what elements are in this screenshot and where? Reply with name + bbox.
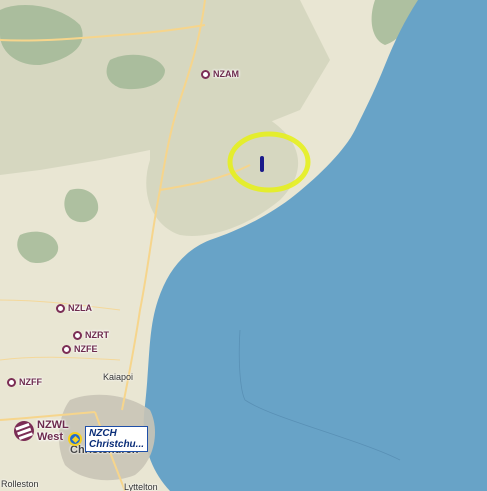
airport-code-nzfe: NZFE [74, 344, 98, 354]
airfield-name-nzwl: West [37, 431, 64, 443]
airport-nzff[interactable]: NZFF [7, 377, 42, 387]
airfield-name-nzch: Christchu... [89, 439, 145, 450]
airport-code-nzla: NZLA [68, 303, 92, 313]
airfield-code-nzch: NZCH [89, 428, 117, 439]
airport-nzam[interactable]: NZAM [201, 69, 239, 79]
airfield-code-nzwl: NZWL [37, 419, 69, 431]
town-rolleston: Rolleston [1, 479, 39, 489]
airfield-nzwl[interactable]: NZWL West [11, 418, 69, 444]
map-view[interactable]: NZAM NZLA NZRT NZFE NZFF Kaiapoi Christc… [0, 0, 487, 491]
town-lyttelton: Lyttelton [124, 482, 158, 491]
airport-ring-icon [73, 330, 82, 340]
airport-ring-icon [56, 303, 65, 313]
airport-ring-icon [7, 377, 16, 387]
airport-code-nzff: NZFF [19, 377, 42, 387]
town-kaiapoi: Kaiapoi [103, 372, 134, 382]
military-airfield-icon [11, 418, 37, 444]
airport-code-nzrt: NZRT [85, 330, 109, 340]
airport-nzla[interactable]: NZLA [56, 303, 92, 313]
airfield-nzch[interactable]: NZCH Christchu... [68, 426, 149, 452]
international-airport-icon [68, 432, 82, 446]
airport-nzfe[interactable]: NZFE [62, 344, 98, 354]
aircraft-position-marker-icon[interactable] [260, 156, 264, 172]
map-base-layer [0, 0, 487, 491]
airport-ring-icon [201, 69, 210, 79]
airport-ring-icon [62, 344, 71, 354]
airport-code-nzam: NZAM [213, 69, 239, 79]
airport-nzrt[interactable]: NZRT [73, 330, 109, 340]
